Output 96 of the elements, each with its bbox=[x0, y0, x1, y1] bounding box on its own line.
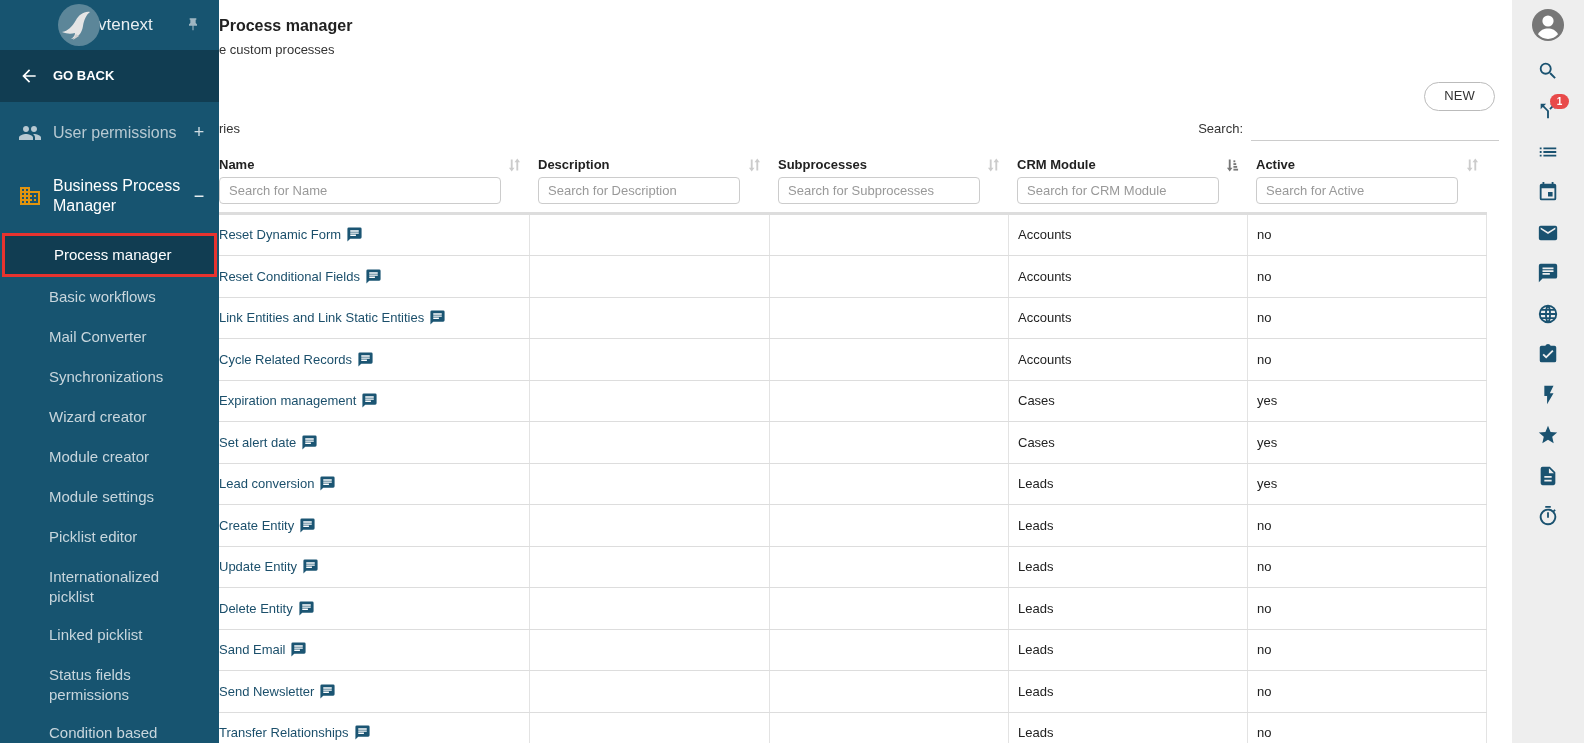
column-filter-field[interactable]: Search for CRM Module bbox=[1017, 176, 1219, 204]
process-link[interactable]: Update Entity bbox=[219, 557, 298, 577]
section-label: User permissions bbox=[53, 122, 178, 143]
comment-icon bbox=[361, 392, 379, 410]
table-cell-text: no bbox=[1257, 516, 1272, 535]
sidebar-item[interactable]: Module creator bbox=[0, 438, 219, 478]
comment-icon bbox=[353, 724, 371, 742]
expand-toggle[interactable]: + bbox=[193, 119, 205, 146]
globe-icon[interactable] bbox=[1537, 302, 1559, 325]
table-cell-text: Cases bbox=[1018, 433, 1055, 452]
star-icon[interactable] bbox=[1537, 424, 1559, 446]
process-link[interactable]: Send Newsletter bbox=[219, 681, 315, 701]
column-filter-field[interactable]: Search for Active bbox=[1256, 176, 1458, 204]
table-cell-text: Leads bbox=[1018, 641, 1054, 659]
table-cell-text: no bbox=[1257, 558, 1272, 576]
sidebar-item[interactable]: Process manager bbox=[2, 233, 217, 277]
sidebar-item[interactable]: Linked picklist bbox=[0, 616, 219, 656]
table-cell-text: no bbox=[1257, 267, 1272, 286]
process-link[interactable]: Link Entities and Link Static Entities bbox=[219, 308, 425, 328]
table-cell-text: Leads bbox=[1018, 558, 1054, 576]
process-link[interactable]: Reset Dynamic Form bbox=[219, 225, 342, 245]
table-cell-text: no bbox=[1257, 682, 1272, 701]
table-cell-text: Accounts bbox=[1018, 267, 1072, 286]
table-cell-text: Accounts bbox=[1018, 350, 1072, 369]
table-cell-text: Leads bbox=[1018, 682, 1054, 701]
table-cell-text: yes bbox=[1257, 392, 1278, 410]
calendar-icon[interactable] bbox=[1537, 181, 1559, 203]
process-link[interactable]: Delete Entity bbox=[219, 598, 293, 618]
process-link[interactable]: Create Entity bbox=[219, 515, 295, 535]
table-cell-text: Leads bbox=[1018, 475, 1054, 493]
process-link[interactable]: Sand Email bbox=[219, 640, 286, 660]
sidebar-item[interactable]: Picklist editor bbox=[0, 518, 219, 558]
column-filter-field[interactable]: Search for Description bbox=[538, 176, 740, 204]
building-icon bbox=[18, 184, 42, 208]
chat-icon[interactable] bbox=[1537, 262, 1559, 284]
logo-text: vtenext bbox=[98, 14, 153, 37]
sidebar-item[interactable]: Basic workflows bbox=[0, 278, 219, 318]
table-cell-text: yes bbox=[1257, 475, 1278, 493]
logo-icon bbox=[58, 4, 100, 46]
table-cell-text: no bbox=[1257, 226, 1272, 244]
process-link[interactable]: Lead conversion bbox=[219, 474, 315, 494]
sidebar-item[interactable]: Module settings bbox=[0, 478, 219, 518]
comment-icon bbox=[299, 516, 317, 534]
process-link[interactable]: Set alert date bbox=[219, 432, 297, 452]
entries-label: ries bbox=[219, 119, 240, 138]
avatar-icon[interactable] bbox=[1532, 9, 1564, 41]
comment-icon bbox=[301, 433, 319, 451]
comment-icon bbox=[346, 226, 364, 244]
column-filter-field[interactable]: Search for Subprocesses bbox=[778, 176, 980, 204]
sidebar-item[interactable]: Wizard creator bbox=[0, 398, 219, 438]
page-title: Process manager bbox=[219, 16, 354, 36]
sidebar-item[interactable]: Status fields permissions bbox=[0, 656, 219, 714]
column-filter-field[interactable]: Search for Name bbox=[219, 176, 501, 204]
collapse-toggle[interactable]: − bbox=[193, 182, 205, 210]
stopwatch-icon[interactable] bbox=[1537, 505, 1559, 527]
table-cell-text: Leads bbox=[1018, 599, 1054, 618]
comment-icon bbox=[319, 475, 337, 493]
comment-icon bbox=[429, 309, 447, 327]
comment-icon bbox=[297, 599, 315, 617]
table-cell-text: no bbox=[1257, 309, 1272, 327]
clipboard-check-icon[interactable] bbox=[1537, 343, 1559, 365]
process-link[interactable]: Transfer Relationships bbox=[219, 723, 349, 743]
column-header[interactable]: Active bbox=[1256, 154, 1296, 175]
process-link[interactable]: Reset Conditional Fields bbox=[219, 266, 360, 286]
go-back-button[interactable]: GO BACK bbox=[0, 50, 219, 102]
sidebar-item[interactable]: Mail Converter bbox=[0, 318, 219, 358]
table-cell-text: Cases bbox=[1018, 392, 1055, 410]
comment-icon bbox=[356, 350, 374, 368]
table-cell-text: no bbox=[1257, 641, 1272, 659]
page-subtitle: e custom processes bbox=[219, 41, 336, 59]
sort-descending-icon[interactable] bbox=[1226, 157, 1239, 172]
table-cell-text: no bbox=[1257, 724, 1272, 742]
table-cell-text: Accounts bbox=[1018, 309, 1072, 327]
table-cell-text: no bbox=[1257, 599, 1272, 618]
column-header[interactable]: Description bbox=[538, 154, 610, 175]
comment-icon bbox=[364, 267, 382, 285]
column-header[interactable]: Name bbox=[219, 154, 255, 175]
comment-icon bbox=[302, 558, 320, 576]
process-link[interactable]: Cycle Related Records bbox=[219, 349, 352, 369]
sidebar-item[interactable]: Condition based bbox=[0, 714, 219, 743]
table-cell-text: Leads bbox=[1018, 516, 1054, 535]
section-label: Business Process Manager bbox=[53, 176, 182, 216]
table-cell-text: Leads bbox=[1018, 724, 1054, 742]
table-cell-text: no bbox=[1257, 350, 1272, 369]
search-label: Search: bbox=[1198, 119, 1243, 138]
comment-icon bbox=[290, 641, 308, 659]
column-header[interactable]: Subprocesses bbox=[778, 154, 867, 175]
sidebar-item[interactable]: Internationalized picklist bbox=[0, 558, 219, 616]
column-header[interactable]: CRM Module bbox=[1017, 154, 1096, 175]
process-link[interactable]: Expiration management bbox=[219, 391, 357, 411]
sidebar-item[interactable]: Synchronizations bbox=[0, 358, 219, 398]
table-cell-text: yes bbox=[1257, 433, 1278, 452]
menu-section[interactable]: User permissions + bbox=[0, 110, 219, 155]
notification-badge: 1 bbox=[1550, 94, 1569, 109]
comment-icon bbox=[319, 682, 337, 700]
table-cell-text: Accounts bbox=[1018, 226, 1072, 244]
